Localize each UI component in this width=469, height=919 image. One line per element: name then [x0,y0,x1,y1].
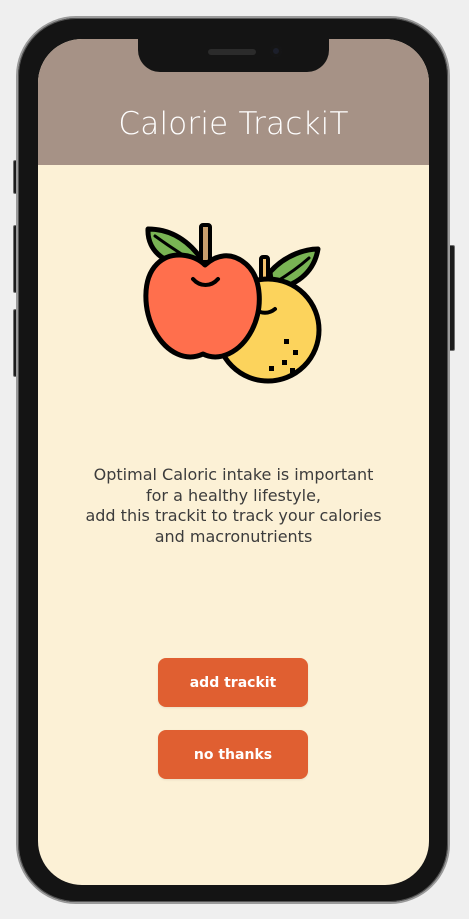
description-line-3: add this trackit to track your calories [85,506,382,525]
fruit-apple-orange-icon [143,221,333,401]
description-line-4: and macronutrients [154,526,313,546]
description-line-2: for a healthy lifestyle, [146,485,321,505]
add-trackit-button[interactable]: add trackit [158,658,308,707]
device-mockup: Calorie TrackiT Optimal Caloric intake i… [0,0,469,919]
phone-notch [138,39,329,72]
app-screen: Calorie TrackiT Optimal Caloric intake i… [38,39,429,885]
phone-power-button [448,245,455,351]
front-camera [270,45,282,57]
intro-description: Optimal Caloric intake is important for … [58,465,409,547]
description-line-1: Optimal Caloric intake is important [93,465,374,484]
no-thanks-button[interactable]: no thanks [158,730,308,779]
page-title: Calorie TrackiT [118,106,349,142]
speaker-grille [208,49,256,55]
